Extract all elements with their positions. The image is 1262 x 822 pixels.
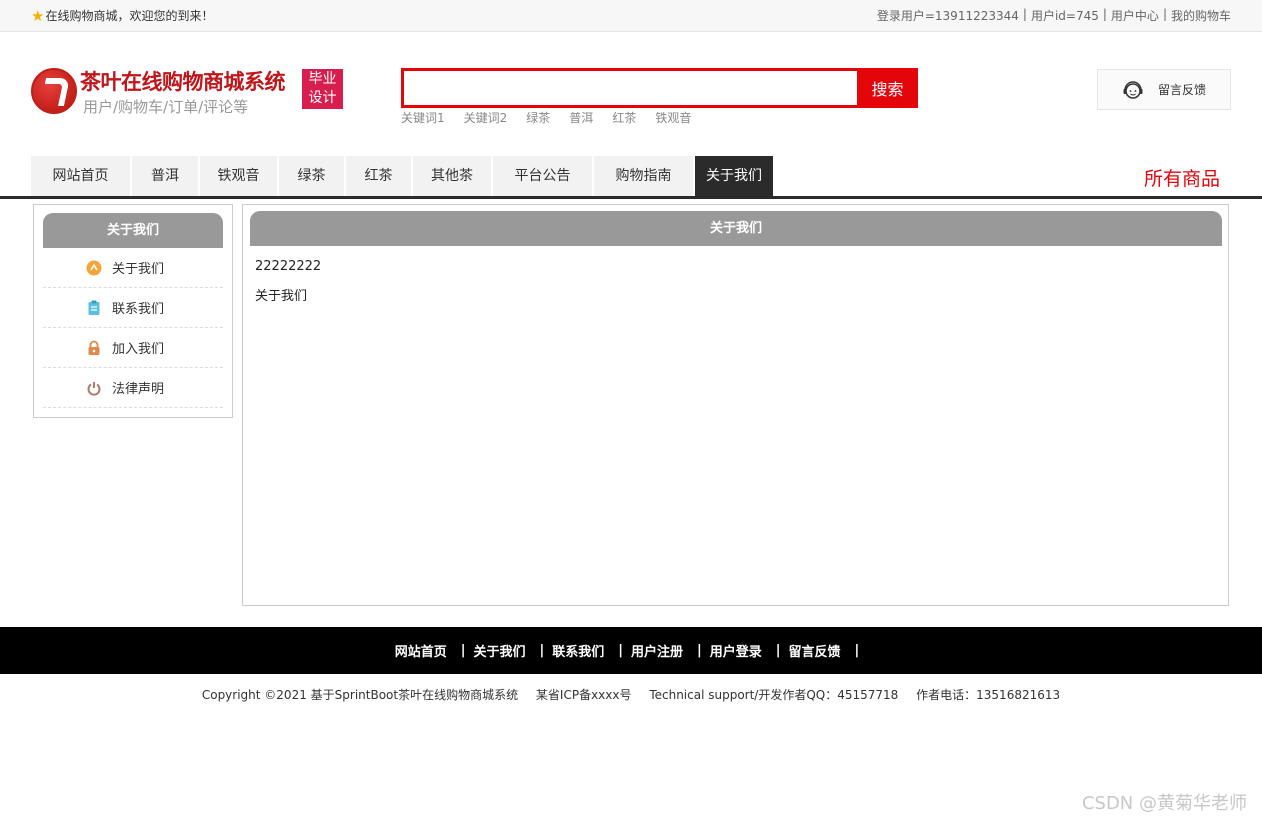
site-title[interactable]: 茶叶在线购物商城系统 bbox=[80, 66, 286, 96]
search-bar: 搜索 bbox=[401, 68, 918, 108]
author-phone: 作者电话：13516821613 bbox=[916, 688, 1061, 702]
logo-icon[interactable] bbox=[31, 68, 77, 114]
login-user-link[interactable]: 登录用户=13911223344 bbox=[877, 7, 1019, 24]
sidebar-item-label: 加入我们 bbox=[112, 342, 165, 357]
power-icon bbox=[86, 380, 102, 396]
feedback-button[interactable]: 留言反馈 bbox=[1097, 69, 1231, 110]
user-id-link[interactable]: 用户id=745 bbox=[1031, 7, 1099, 24]
site-subtitle: 用户/购物车/订单/评论等 bbox=[83, 98, 249, 116]
search-input[interactable] bbox=[404, 71, 857, 105]
footer-link-register[interactable]: 用户注册 bbox=[631, 641, 683, 660]
hot-keyword[interactable]: 普洱 bbox=[569, 109, 593, 126]
footer-link-home[interactable]: 网站首页 bbox=[395, 641, 447, 660]
footer-nav: 网站首页 | 关于我们 | 联系我们 | 用户注册 | 用户登录 | 留言反馈 | bbox=[0, 627, 1262, 674]
sidebar-item-contact-us[interactable]: 联系我们 bbox=[43, 288, 223, 328]
clipboard-icon bbox=[86, 300, 102, 316]
welcome-message: ★ 在线购物商城，欢迎您的到来！ bbox=[31, 7, 213, 24]
copyright-text: Copyright ©2021 基于SprintBoot茶叶在线购物商城系统 bbox=[201, 688, 519, 702]
nav-divider bbox=[0, 196, 1262, 199]
orange-circle-icon bbox=[86, 260, 102, 276]
content-title: 关于我们 bbox=[250, 211, 1222, 246]
footer-link-contact[interactable]: 联系我们 bbox=[552, 641, 604, 660]
copyright: Copyright ©2021 基于SprintBoot茶叶在线购物商城系统 某… bbox=[0, 686, 1262, 703]
sidebar-title: 关于我们 bbox=[43, 213, 223, 248]
badge-line-1: 毕业 bbox=[308, 71, 337, 87]
lock-icon bbox=[86, 340, 102, 356]
content-panel: 关于我们 22222222 关于我们 bbox=[242, 204, 1229, 606]
footer-link-login[interactable]: 用户登录 bbox=[710, 641, 762, 660]
nav-item-about-us[interactable]: 关于我们 bbox=[695, 156, 775, 196]
top-bar: ★ 在线购物商城，欢迎您的到来！ 登录用户=13911223344 | 用户id… bbox=[0, 0, 1262, 32]
nav-item-announcements[interactable]: 平台公告 bbox=[493, 156, 594, 196]
user-links: 登录用户=13911223344 | 用户id=745 | 用户中心 | 我的购… bbox=[876, 7, 1231, 24]
watermark: CSDN @黄菊华老师 bbox=[1081, 793, 1247, 814]
hot-keywords: 关键词1 关键词2 绿茶 普洱 红茶 铁观音 bbox=[401, 109, 710, 126]
content-text-1: 22222222 bbox=[255, 259, 322, 274]
search-button[interactable]: 搜索 bbox=[857, 68, 918, 108]
footer-link-feedback[interactable]: 留言反馈 bbox=[789, 641, 841, 660]
sidebar-item-legal[interactable]: 法律声明 bbox=[43, 368, 223, 408]
feedback-label: 留言反馈 bbox=[1158, 83, 1207, 97]
hot-keyword[interactable]: 关键词2 bbox=[464, 109, 508, 126]
tech-support: Technical support/开发作者QQ：45157718 bbox=[649, 688, 899, 702]
hot-keyword[interactable]: 关键词1 bbox=[401, 109, 445, 126]
nav-item-home[interactable]: 网站首页 bbox=[31, 156, 132, 196]
hot-keyword[interactable]: 红茶 bbox=[612, 109, 636, 126]
hot-keyword[interactable]: 绿茶 bbox=[526, 109, 550, 126]
sidebar-item-label: 联系我们 bbox=[112, 302, 165, 317]
graduation-badge: 毕业 设计 bbox=[302, 69, 343, 109]
customer-service-icon bbox=[1121, 78, 1145, 102]
sidebar-item-label: 法律声明 bbox=[112, 382, 165, 397]
icp-record: 某省ICP备xxxx号 bbox=[535, 688, 632, 702]
sidebar-item-join-us[interactable]: 加入我们 bbox=[43, 328, 223, 368]
my-cart-link[interactable]: 我的购物车 bbox=[1171, 7, 1231, 24]
badge-line-2: 设计 bbox=[308, 90, 337, 106]
star-icon: ★ bbox=[31, 6, 45, 25]
welcome-text: 在线购物商城，欢迎您的到来！ bbox=[45, 9, 214, 23]
hot-keyword[interactable]: 铁观音 bbox=[655, 109, 691, 126]
nav-item-puer[interactable]: 普洱 bbox=[132, 156, 200, 196]
main-nav: 网站首页 普洱 铁观音 绿茶 红茶 其他茶 平台公告 购物指南 关于我们 bbox=[31, 156, 775, 196]
sidebar-item-label: 关于我们 bbox=[112, 262, 165, 277]
all-goods-link[interactable]: 所有商品 bbox=[1144, 164, 1220, 191]
nav-item-tieguanyin[interactable]: 铁观音 bbox=[200, 156, 279, 196]
footer-link-about[interactable]: 关于我们 bbox=[473, 641, 525, 660]
sidebar-item-about-us[interactable]: 关于我们 bbox=[43, 248, 223, 288]
content-text-2: 关于我们 bbox=[255, 289, 308, 304]
nav-item-black-tea[interactable]: 红茶 bbox=[346, 156, 413, 196]
user-center-link[interactable]: 用户中心 bbox=[1111, 7, 1159, 24]
sidebar: 关于我们 关于我们 联系我们 加入我们 法律声明 bbox=[33, 204, 233, 418]
nav-item-shopping-guide[interactable]: 购物指南 bbox=[594, 156, 695, 196]
nav-item-green-tea[interactable]: 绿茶 bbox=[279, 156, 346, 196]
nav-item-other-tea[interactable]: 其他茶 bbox=[413, 156, 493, 196]
